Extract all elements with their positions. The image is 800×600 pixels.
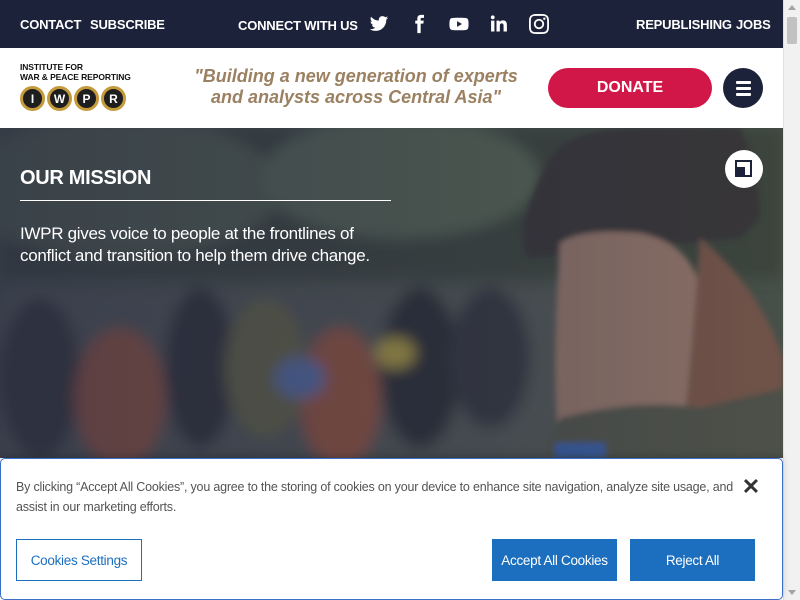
expand-button[interactable] [725, 150, 763, 188]
hamburger-icon [736, 81, 751, 84]
facebook-icon[interactable] [409, 14, 429, 34]
hero-section: OUR MISSION IWPR gives voice to people a… [0, 128, 783, 458]
contact-link[interactable]: CONTACT [20, 17, 81, 32]
logo-letter: R [101, 86, 126, 111]
logo-letter: P [74, 86, 99, 111]
mission-text: IWPR gives voice to people at the frontl… [20, 224, 370, 265]
twitter-icon[interactable] [369, 14, 389, 34]
expand-icon [735, 160, 752, 177]
cookie-banner: By clicking “Accept All Cookies”, you ag… [0, 458, 783, 600]
tagline: "Building a new generation of experts an… [194, 66, 518, 107]
mission-divider [20, 200, 391, 201]
donate-button[interactable]: DONATE [548, 68, 712, 108]
scrollbar-thumb[interactable] [787, 17, 797, 44]
cookies-settings-button[interactable]: Cookies Settings [16, 539, 142, 581]
subscribe-link[interactable]: SUBSCRIBE [90, 17, 165, 32]
hamburger-icon [736, 93, 751, 96]
scrollbar[interactable] [783, 0, 800, 600]
connect-label: CONNECT WITH US [238, 18, 358, 33]
logo-letter: W [47, 86, 72, 111]
reject-all-button[interactable]: Reject All [630, 539, 755, 581]
logo-line-1: INSTITUTE FOR [20, 62, 83, 72]
accept-all-cookies-button[interactable]: Accept All Cookies [492, 539, 617, 581]
close-icon[interactable]: ✕ [741, 476, 761, 498]
top-bar: CONTACT SUBSCRIBE CONNECT WITH US REPUBL… [0, 0, 783, 48]
youtube-icon[interactable] [449, 14, 469, 34]
logo-line-2: WAR & PEACE REPORTING [20, 72, 131, 82]
republishing-link[interactable]: REPUBLISHING [636, 17, 732, 32]
logo[interactable]: INSTITUTE FOR WAR & PEACE REPORTING [20, 62, 131, 82]
logo-mark[interactable]: I W P R [20, 86, 126, 111]
cookie-text: By clicking “Accept All Cookies”, you ag… [16, 480, 733, 514]
linkedin-icon[interactable] [489, 14, 509, 34]
hamburger-icon [736, 87, 751, 90]
mission-title: OUR MISSION [20, 167, 152, 189]
site-header: INSTITUTE FOR WAR & PEACE REPORTING I W … [0, 48, 783, 128]
scroll-down-icon[interactable] [788, 590, 796, 595]
scroll-up-icon[interactable] [788, 5, 796, 10]
jobs-link[interactable]: JOBS [736, 17, 771, 32]
instagram-icon[interactable] [529, 14, 549, 34]
menu-button[interactable] [723, 68, 763, 108]
logo-letter: I [20, 86, 45, 111]
